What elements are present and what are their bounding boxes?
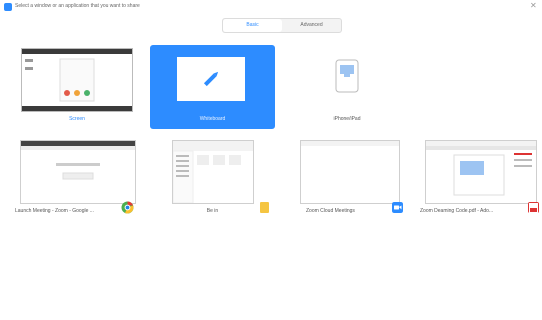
share-mode-tabs: Basic Advanced xyxy=(222,18,342,33)
screen-thumbnail xyxy=(21,48,133,112)
share-whiteboard-tile[interactable]: Whiteboard xyxy=(150,45,275,129)
share-iphone-ipad-tile[interactable]: iPhone/iPad xyxy=(288,45,406,127)
share-screen-label: Screen xyxy=(69,116,85,122)
window-tile-pdf[interactable]: Zoom Deaming Code.pdf - Ado... xyxy=(420,137,542,219)
tab-advanced[interactable]: Advanced xyxy=(282,19,341,32)
pdf-icon xyxy=(528,202,539,213)
zoom-app-icon xyxy=(4,3,12,11)
share-screen-tile[interactable]: Screen xyxy=(18,45,136,127)
share-options-footer-area xyxy=(0,245,542,320)
window-label-pdf: Zoom Deaming Code.pdf - Ado... xyxy=(420,208,494,214)
whiteboard-thumbnail xyxy=(177,57,245,101)
tab-basic[interactable]: Basic xyxy=(223,19,282,32)
window-label-explorer: Be in xyxy=(206,208,219,214)
share-iphone-ipad-label: iPhone/iPad xyxy=(333,116,361,122)
window-thumbnail xyxy=(300,140,400,204)
window-tile-chrome[interactable]: Launch Meeting - Zoom - Google ... xyxy=(15,137,140,219)
browser-window-thumbnail xyxy=(21,141,135,180)
desktop-icon xyxy=(22,49,132,111)
window-titlebar: Select a window or an application that y… xyxy=(0,0,542,14)
window-tile-explorer[interactable]: Be in xyxy=(150,137,275,219)
window-label-chrome: Launch Meeting - Zoom - Google ... xyxy=(15,208,94,214)
window-thumbnail xyxy=(20,140,136,204)
phone-icon xyxy=(335,59,359,93)
pdf-window-thumbnail xyxy=(426,141,536,196)
close-icon[interactable]: ✕ xyxy=(530,2,537,10)
window-thumbnail xyxy=(425,140,537,204)
window-tile-zoom[interactable]: Zoom Cloud Meetings xyxy=(288,137,413,219)
zoom-window-thumbnail xyxy=(301,141,399,146)
share-whiteboard-label: Whiteboard xyxy=(199,116,226,122)
window-thumbnail xyxy=(172,140,254,204)
chrome-icon xyxy=(121,201,134,214)
window-label-zoom: Zoom Cloud Meetings xyxy=(306,208,355,214)
window-title: Select a window or an application that y… xyxy=(15,3,140,9)
pencil-icon xyxy=(203,71,219,87)
explorer-window-thumbnail xyxy=(172,141,253,204)
